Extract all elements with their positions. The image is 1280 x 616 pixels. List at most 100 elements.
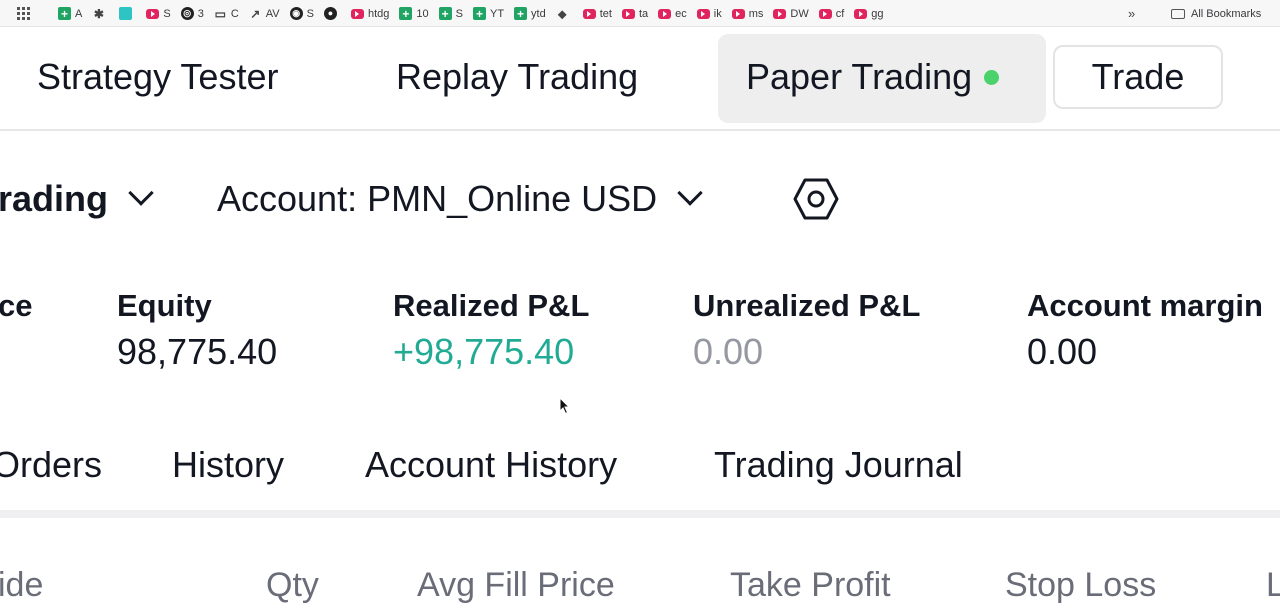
- bookmark-label: C: [230, 7, 239, 20]
- pin-icon: ⬥: [558, 6, 567, 21]
- all-bookmarks-button[interactable]: All Bookmarks: [1171, 0, 1261, 27]
- live-status-dot-icon: [984, 69, 1000, 85]
- bookmark-label: ms: [748, 7, 764, 20]
- bookmark-item[interactable]: 10: [399, 7, 429, 20]
- column-header-avg-fill-price[interactable]: Avg Fill Price: [417, 566, 615, 605]
- bookmark-item[interactable]: ytd: [514, 7, 546, 20]
- settings-icon[interactable]: [793, 177, 839, 221]
- tab-label: Paper Trading: [746, 56, 973, 97]
- trading-mode-label: rading: [0, 178, 109, 219]
- bookmark-item[interactable]: cf: [818, 7, 845, 20]
- bookmark-list: A ✱ S ◎3 ▭C ↗AV ◉S ● htdg 10 S YT ytd ⬥ …: [58, 0, 894, 27]
- all-bookmarks-label: All Bookmarks: [1191, 7, 1262, 20]
- bookmark-item[interactable]: A: [58, 7, 82, 20]
- bookmark-label: ta: [638, 7, 649, 20]
- metric-account-margin: Account margin 0.00: [1027, 284, 1263, 376]
- bookmark-item[interactable]: ◎ 3: [180, 7, 204, 20]
- paper-trading-page: A ✱ S ◎3 ▭C ↗AV ◉S ● htdg 10 S YT ytd ⬥ …: [0, 0, 1280, 616]
- youtube-icon: [731, 8, 745, 19]
- tab-strategy-tester[interactable]: Strategy Tester: [37, 31, 278, 123]
- bookmark-label: cf: [835, 7, 845, 20]
- table-header: ide Qty Avg Fill Price Take Profit Stop …: [0, 562, 1280, 616]
- apps-grid-icon[interactable]: [17, 7, 30, 20]
- bookmarks-bar: A ✱ S ◎3 ▭C ↗AV ◉S ● htdg 10 S YT ytd ⬥ …: [0, 0, 1280, 27]
- sheets-icon: [514, 7, 528, 20]
- metric-label: ce: [0, 288, 33, 323]
- account-bar: rading Account: PMN_Online USD: [0, 162, 1280, 236]
- bookmark-item[interactable]: ●: [323, 7, 341, 20]
- bookmark-item[interactable]: DW: [773, 7, 809, 20]
- account-dropdown[interactable]: Account: PMN_Online USD: [217, 178, 703, 220]
- metric-realized-pnl: Realized P&L +98,775.40: [393, 284, 589, 376]
- bookmark-item[interactable]: ↗ AV: [249, 7, 280, 20]
- bookmark-label: ytd: [531, 7, 546, 20]
- metric-label: Realized P&L: [393, 288, 590, 323]
- bookmark-label: S: [163, 7, 171, 20]
- metric-balance: ce: [0, 284, 32, 376]
- bookmark-item[interactable]: ta: [621, 7, 649, 20]
- bookmark-item[interactable]: ⬥: [556, 7, 573, 20]
- bookmark-label: A: [75, 7, 83, 20]
- panel-tabs: Orders History Account History Trading J…: [0, 438, 1280, 518]
- bookmark-label: YT: [489, 7, 505, 20]
- bookmark-item[interactable]: tet: [582, 7, 612, 20]
- bookmark-item[interactable]: ec: [658, 8, 687, 20]
- bookmark-item[interactable]: YT: [472, 7, 505, 20]
- more-bookmarks-button[interactable]: »: [1128, 6, 1135, 21]
- bookmark-label: AV: [265, 7, 280, 20]
- bookmark-item[interactable]: S: [438, 7, 463, 20]
- youtube-icon: [146, 8, 160, 19]
- bookmark-item[interactable]: ✱: [92, 7, 109, 20]
- globe-icon: ◉: [289, 7, 303, 20]
- metric-value: 98,775.40: [117, 331, 278, 372]
- metric-equity: Equity 98,775.40: [117, 284, 277, 376]
- bookmark-label: ec: [675, 7, 687, 20]
- metric-value: 0.00: [1027, 331, 1098, 372]
- youtube-icon: [621, 8, 635, 19]
- youtube-icon: [818, 8, 832, 19]
- trading-mode-dropdown[interactable]: rading: [0, 178, 154, 220]
- openai-icon: ◎: [180, 7, 194, 20]
- bookmark-label: DW: [790, 7, 809, 20]
- youtube-icon: [582, 8, 596, 19]
- column-header-take-profit[interactable]: Take Profit: [730, 566, 891, 605]
- tab-account-history[interactable]: Account History: [365, 438, 617, 492]
- youtube-icon: [658, 8, 672, 19]
- metric-unrealized-pnl: Unrealized P&L 0.00: [693, 284, 920, 376]
- bookmark-item[interactable]: ik: [696, 8, 722, 20]
- puzzle-icon: ✱: [93, 6, 104, 21]
- column-header-more[interactable]: L: [1266, 566, 1280, 605]
- account-label: Account: PMN_Online USD: [217, 178, 658, 219]
- youtube-icon: [773, 8, 787, 19]
- youtube-icon: [350, 8, 364, 19]
- bookmark-item[interactable]: ms: [731, 7, 764, 20]
- bookmark-item[interactable]: ◉ S: [289, 7, 314, 20]
- youtube-icon: [696, 8, 710, 19]
- folder-icon: [1171, 8, 1185, 19]
- sheets-icon: [472, 7, 486, 20]
- bookmark-label: gg: [871, 7, 884, 20]
- metric-label: Equity: [117, 288, 212, 323]
- column-header-stop-loss[interactable]: Stop Loss: [1005, 566, 1156, 605]
- bookmark-item[interactable]: [119, 7, 136, 20]
- bookmark-item[interactable]: htdg: [350, 8, 389, 20]
- top-navigation: Strategy Tester Replay Trading Paper Tra…: [0, 31, 1280, 131]
- tab-history[interactable]: History: [172, 438, 284, 492]
- trade-button[interactable]: Trade: [1053, 45, 1223, 109]
- column-header-qty[interactable]: Qty: [266, 566, 319, 605]
- tab-paper-trading[interactable]: Paper Trading: [746, 31, 1000, 123]
- metric-label: Unrealized P&L: [693, 288, 921, 323]
- tab-trading-journal[interactable]: Trading Journal: [714, 438, 963, 492]
- column-header-side[interactable]: ide: [0, 566, 43, 605]
- tab-orders[interactable]: Orders: [0, 438, 102, 492]
- bookmark-item[interactable]: ▭ C: [214, 7, 239, 20]
- tab-replay-trading[interactable]: Replay Trading: [396, 31, 638, 123]
- metric-label: Account margin: [1027, 288, 1263, 323]
- chevron-down-icon: [128, 180, 154, 206]
- bookmark-label: S: [455, 7, 463, 20]
- bookmark-item[interactable]: gg: [854, 7, 884, 20]
- bookmark-label: tet: [599, 7, 612, 20]
- sheets-icon: [438, 7, 452, 20]
- folder-icon: ▭: [214, 6, 226, 21]
- bookmark-item[interactable]: S: [146, 7, 171, 20]
